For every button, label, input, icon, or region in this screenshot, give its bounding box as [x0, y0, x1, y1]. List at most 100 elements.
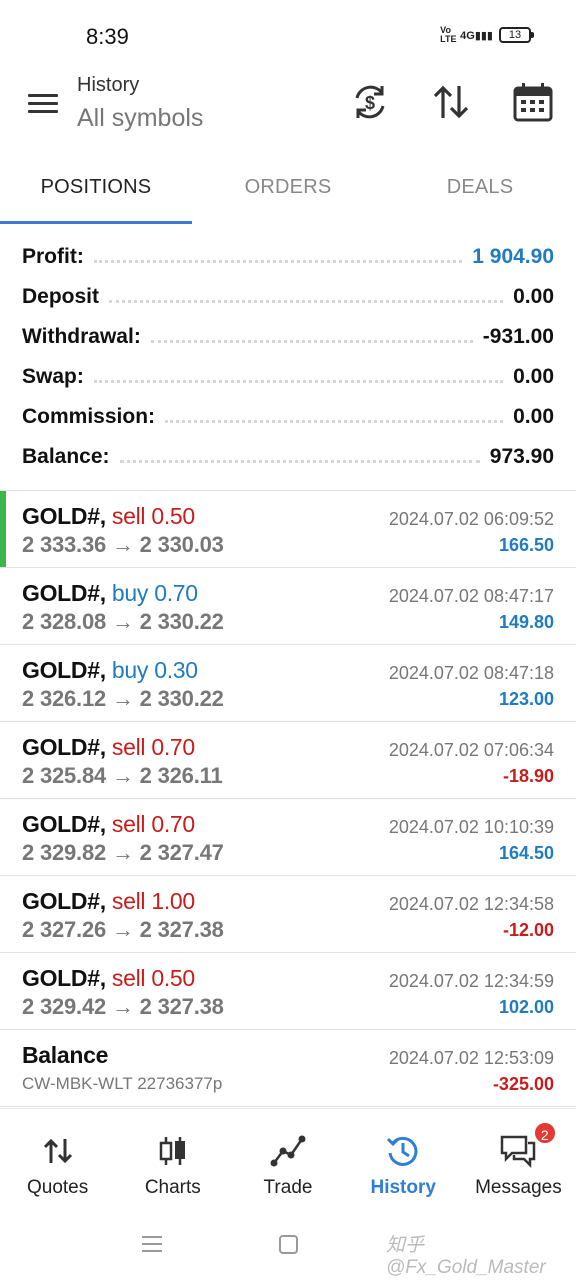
position-time: 2024.07.02 12:34:58	[388, 894, 554, 914]
nav-label: Trade	[263, 1177, 313, 1198]
position-symbol: GOLD#,	[22, 503, 106, 529]
status-bar: 8:39 Vo LTE 4G▮▮▮ 13	[0, 0, 576, 70]
app-header: History All symbols $	[0, 70, 576, 152]
position-symbol: GOLD#,	[22, 580, 106, 606]
status-icons: Vo LTE 4G▮▮▮ 13	[440, 26, 534, 44]
summary-balance-value: 973.90	[489, 445, 554, 468]
tab-deals[interactable]: DEALS	[384, 152, 576, 224]
summary-label: Deposit	[22, 285, 100, 308]
summary-label: Withdrawal:	[22, 325, 141, 348]
summary-label: Commission:	[22, 405, 156, 428]
nav-charts[interactable]: Charts	[115, 1109, 230, 1208]
position-volume: 0.70	[154, 580, 198, 606]
position-symbol: GOLD#,	[22, 734, 106, 760]
bottom-navigation: Quotes Charts Trade History 2 Messages	[0, 1108, 576, 1208]
position-row[interactable]: GOLD#, buy 0.70 2 328.08 → 2 330.22 2024…	[0, 568, 576, 645]
position-profit: 102.00	[498, 997, 554, 1017]
quotes-arrows-icon	[40, 1133, 76, 1169]
symbol-filter[interactable]: All symbols	[77, 104, 203, 133]
summary-swap-row: Swap: 0.00	[0, 357, 576, 397]
summary-withdrawal-row: Withdrawal: -931.00	[0, 317, 576, 357]
position-side: buy	[111, 580, 149, 606]
summary-commission-row: Commission: 0.00	[0, 397, 576, 437]
summary-deposit-row: Deposit 0.00	[0, 277, 576, 317]
position-prices: 2 325.84 → 2 326.11	[22, 763, 223, 788]
position-row[interactable]: GOLD#, sell 0.70 2 325.84 → 2 326.11 202…	[0, 722, 576, 799]
recent-apps-icon[interactable]	[142, 1236, 162, 1254]
position-side: sell	[111, 503, 146, 529]
position-row[interactable]: GOLD#, sell 0.50 2 329.42 → 2 327.38 202…	[0, 953, 576, 1030]
position-prices: 2 326.12 → 2 330.22	[22, 686, 224, 711]
nav-trade[interactable]: Trade	[230, 1109, 345, 1208]
nav-history[interactable]: History	[346, 1109, 461, 1208]
balance-amount: -325.00	[492, 1074, 554, 1094]
trend-line-icon	[270, 1133, 306, 1169]
position-volume: 0.30	[154, 657, 198, 683]
header-subtitle: History	[77, 74, 140, 96]
position-side: sell	[111, 965, 146, 991]
position-symbol: GOLD#,	[22, 657, 106, 683]
position-profit: 164.50	[498, 843, 554, 863]
position-symbol: GOLD#,	[22, 888, 106, 914]
position-prices: 2 329.42 → 2 327.38	[22, 994, 224, 1019]
status-time: 8:39	[86, 24, 129, 49]
battery-level: 13	[499, 27, 531, 43]
history-clock-icon	[385, 1133, 421, 1169]
balance-time: 2024.07.02 12:53:09	[388, 1048, 554, 1068]
position-profit: -12.00	[502, 920, 554, 940]
nav-label: History	[370, 1177, 436, 1198]
position-row[interactable]: GOLD#, buy 0.30 2 326.12 → 2 330.22 2024…	[0, 645, 576, 722]
summary-label: Swap:	[22, 365, 84, 388]
summary-label: Balance:	[22, 445, 110, 468]
nav-quotes[interactable]: Quotes	[0, 1109, 115, 1208]
position-prices: 2 328.08 → 2 330.22	[22, 609, 224, 634]
position-side: sell	[111, 811, 146, 837]
chat-bubbles-icon	[500, 1133, 536, 1169]
position-profit: 166.50	[498, 535, 554, 555]
position-prices: 2 333.36 → 2 330.03	[22, 532, 224, 557]
position-time: 2024.07.02 08:47:18	[388, 663, 554, 683]
calendar-icon[interactable]	[511, 80, 555, 124]
tab-orders[interactable]: ORDERS	[192, 152, 384, 224]
position-prices: 2 327.26 → 2 327.38	[22, 917, 224, 942]
tab-positions[interactable]: POSITIONS	[0, 152, 192, 224]
position-time: 2024.07.02 12:34:59	[388, 971, 554, 991]
network-signal-icon: 4G▮▮▮	[460, 29, 493, 42]
volte-icon: Vo LTE	[440, 25, 457, 44]
selected-marker	[0, 491, 6, 567]
position-symbol: GOLD#,	[22, 965, 106, 991]
nav-messages[interactable]: 2 Messages	[461, 1109, 576, 1208]
position-row[interactable]: GOLD#, sell 0.50 2 333.36 → 2 330.03 202…	[0, 491, 576, 568]
summary-commission-value: 0.00	[513, 405, 554, 428]
summary-label: Profit:	[22, 245, 84, 268]
sort-icon[interactable]	[429, 80, 473, 124]
balance-title: Balance	[22, 1042, 109, 1068]
position-time: 2024.07.02 07:06:34	[388, 740, 554, 760]
nav-label: Quotes	[26, 1177, 89, 1198]
position-volume: 0.70	[151, 811, 195, 837]
position-volume: 0.70	[151, 734, 195, 760]
position-row[interactable]: GOLD#, sell 0.70 2 329.82 → 2 327.47 202…	[0, 799, 576, 876]
messages-badge: 2	[532, 1121, 557, 1145]
menu-icon[interactable]	[28, 90, 62, 116]
position-time: 2024.07.02 08:47:17	[388, 586, 554, 606]
position-symbol: GOLD#,	[22, 811, 106, 837]
currency-sync-icon[interactable]: $	[348, 80, 392, 124]
history-summary: Profit: 1 904.90 Deposit 0.00 Withdrawal…	[0, 237, 576, 477]
summary-profit-row: Profit: 1 904.90	[0, 237, 576, 277]
position-time: 2024.07.02 10:10:39	[388, 817, 554, 837]
position-side: sell	[111, 734, 146, 760]
balance-comment: CW-MBK-WLT 22736377p	[22, 1074, 223, 1093]
summary-deposit-value: 0.00	[513, 285, 554, 308]
summary-swap-value: 0.00	[513, 365, 554, 388]
position-row[interactable]: GOLD#, sell 1.00 2 327.26 → 2 327.38 202…	[0, 876, 576, 953]
summary-profit-value: 1 904.90	[472, 245, 554, 268]
nav-label: Charts	[144, 1177, 201, 1198]
summary-balance-row: Balance: 973.90	[0, 437, 576, 477]
candlestick-icon	[155, 1133, 191, 1169]
balance-row[interactable]: Balance CW-MBK-WLT 22736377p 2024.07.02 …	[0, 1030, 576, 1107]
position-profit: 123.00	[498, 689, 554, 709]
home-icon[interactable]	[279, 1235, 298, 1254]
watermark: 知乎 @Fx_Gold_Master	[386, 1235, 546, 1278]
position-volume: 0.50	[151, 503, 195, 529]
